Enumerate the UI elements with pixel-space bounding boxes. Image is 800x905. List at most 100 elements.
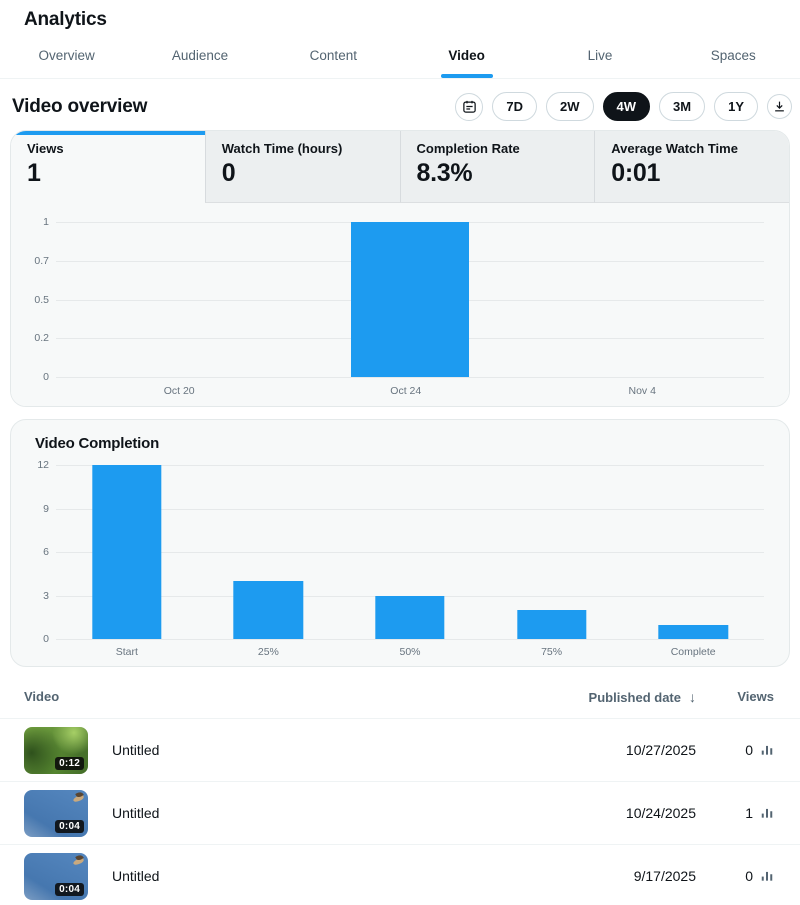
duration-badge: 0:04 — [55, 820, 84, 833]
tab-live[interactable]: Live — [533, 33, 666, 78]
metric-tab-completion-rate[interactable]: Completion Rate 8.3% — [400, 131, 595, 203]
x-axis-label: Nov 4 — [629, 385, 656, 397]
video-title: Untitled — [112, 805, 159, 821]
x-axis-label: Oct 20 — [164, 385, 195, 397]
tab-content[interactable]: Content — [267, 33, 400, 78]
tab-audience[interactable]: Audience — [133, 33, 266, 78]
metric-label: Completion Rate — [417, 141, 579, 156]
metric-value: 8.3% — [417, 159, 579, 188]
views-trend-chart: 00.20.50.71Oct 20Oct 24Nov 4 — [11, 203, 789, 406]
calendar-button[interactable] — [455, 93, 483, 121]
metric-value: 0:01 — [611, 159, 773, 188]
video-title: Untitled — [112, 868, 159, 884]
completion-plot: 036912Start25%50%75%Complete — [56, 465, 764, 639]
download-button[interactable] — [767, 94, 792, 119]
views-count: 0 — [745, 742, 753, 758]
completion-column-75: 75% — [481, 465, 623, 639]
views-cell: 0 — [696, 868, 774, 884]
views-cell: 0 — [696, 742, 774, 758]
active-tab-underline — [441, 74, 493, 78]
x-axis-label: 75% — [541, 646, 562, 658]
completion-columns: Start25%50%75%Complete — [56, 465, 764, 639]
bar-chart-icon[interactable] — [760, 806, 774, 820]
video-cell: 0:12 Untitled — [24, 727, 580, 774]
completion-column-50: 50% — [339, 465, 481, 639]
gridline — [56, 639, 764, 640]
video-cell: 0:04 Untitled — [24, 790, 580, 837]
metric-label: Views — [27, 141, 189, 156]
range-controls: 7D 2W 4W 3M 1Y — [455, 92, 792, 121]
video-table: Video Published date↓ Views 0:12 Untitled… — [0, 675, 800, 905]
video-thumbnail[interactable]: 0:04 — [24, 853, 88, 900]
range-pill-1y[interactable]: 1Y — [714, 92, 758, 121]
range-pill-7d[interactable]: 7D — [492, 92, 537, 121]
download-icon — [773, 100, 786, 113]
metric-tabs: Views1Watch Time (hours)0Completion Rate… — [11, 131, 789, 203]
views-overview-card: Views1Watch Time (hours)0Completion Rate… — [10, 130, 790, 407]
chart-bar — [234, 581, 303, 639]
y-axis-label: 0.5 — [19, 294, 49, 306]
page-title: Analytics — [24, 9, 776, 31]
column-published-date[interactable]: Published date↓ — [580, 689, 696, 705]
tab-label: Content — [310, 48, 357, 63]
y-axis-label: 9 — [19, 503, 49, 515]
video-cell: 0:04 Untitled — [24, 853, 580, 900]
y-axis-label: 0 — [19, 371, 49, 383]
published-date: 10/24/2025 — [580, 805, 696, 821]
range-pills: 7D 2W 4W 3M 1Y — [492, 92, 758, 121]
duration-badge: 0:04 — [55, 883, 84, 896]
metric-value: 0 — [222, 159, 384, 188]
x-axis-label: Complete — [671, 646, 716, 658]
column-views: Views — [696, 689, 774, 704]
gridline — [56, 377, 764, 378]
views-count: 0 — [745, 868, 753, 884]
y-axis-label: 0.7 — [19, 255, 49, 267]
bird-icon — [71, 792, 85, 802]
tab-video[interactable]: Video — [400, 33, 533, 78]
table-header: Video Published date↓ Views — [0, 675, 800, 719]
range-pill-4w[interactable]: 4W — [603, 92, 651, 121]
metric-label: Average Watch Time — [611, 141, 773, 156]
completion-column-complete: Complete — [622, 465, 764, 639]
table-row[interactable]: 0:04 Untitled 9/17/2025 0 — [0, 845, 800, 905]
metric-tab-average-watch-time[interactable]: Average Watch Time 0:01 — [594, 131, 789, 203]
video-thumbnail[interactable]: 0:04 — [24, 790, 88, 837]
y-axis-label: 6 — [19, 546, 49, 558]
published-date: 9/17/2025 — [580, 868, 696, 884]
table-row[interactable]: 0:04 Untitled 10/24/2025 1 — [0, 782, 800, 845]
completion-column-start: Start — [56, 465, 198, 639]
completion-chart-card: Video Completion 036912Start25%50%75%Com… — [10, 419, 790, 667]
tab-label: Video — [448, 48, 485, 63]
views-cell: 1 — [696, 805, 774, 821]
range-pill-3m[interactable]: 3M — [659, 92, 705, 121]
chart-bar — [92, 465, 161, 639]
metric-tab-watch-time-hours[interactable]: Watch Time (hours)0 — [205, 131, 400, 203]
tab-label: Overview — [39, 48, 95, 63]
views-trend-plot: 00.20.50.71Oct 20Oct 24Nov 4 — [56, 222, 764, 377]
range-pill-2w[interactable]: 2W — [546, 92, 594, 121]
column-video: Video — [24, 689, 580, 704]
published-date: 10/27/2025 — [580, 742, 696, 758]
chart-bar — [375, 596, 444, 640]
video-overview-title: Video overview — [12, 96, 147, 118]
bar-chart-icon[interactable] — [760, 869, 774, 883]
sort-descending-icon[interactable]: ↓ — [689, 689, 696, 705]
table-row[interactable]: 0:12 Untitled 10/27/2025 0 — [0, 719, 800, 782]
tab-spaces[interactable]: Spaces — [667, 33, 800, 78]
bird-icon — [71, 855, 85, 865]
tab-label: Spaces — [711, 48, 756, 63]
y-axis-label: 0.2 — [19, 332, 49, 344]
video-title: Untitled — [112, 742, 159, 758]
y-axis-label: 12 — [19, 459, 49, 471]
tab-label: Audience — [172, 48, 228, 63]
tab-label: Live — [588, 48, 613, 63]
bar-chart-icon[interactable] — [760, 743, 774, 757]
views-count: 1 — [745, 805, 753, 821]
metric-tab-views[interactable]: Views1 — [11, 131, 205, 203]
x-axis-label: 50% — [399, 646, 420, 658]
tab-overview[interactable]: Overview — [0, 33, 133, 78]
y-axis-label: 0 — [19, 633, 49, 645]
completion-column-25: 25% — [198, 465, 340, 639]
video-thumbnail[interactable]: 0:12 — [24, 727, 88, 774]
calendar-icon — [462, 99, 477, 114]
